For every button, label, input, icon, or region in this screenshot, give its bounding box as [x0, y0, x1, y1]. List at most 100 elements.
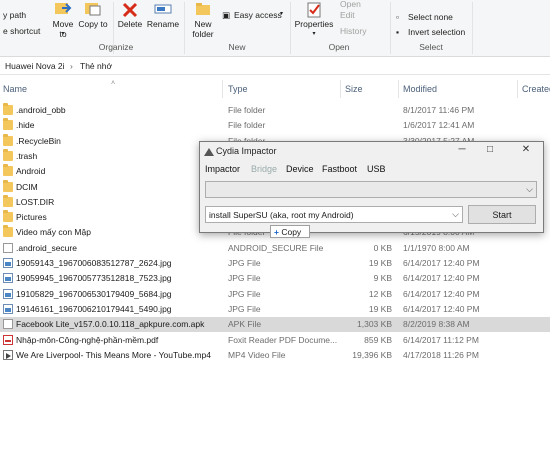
menu-impactor[interactable]: Impactor: [205, 164, 240, 174]
properties-button[interactable]: Properties ▾: [293, 2, 335, 40]
file-modified: 6/14/2017 12:40 PM: [403, 288, 480, 299]
file-row[interactable]: 19146161_1967006210179441_5490.jpg JPG Fi…: [0, 302, 550, 317]
copy-path-button[interactable]: y path: [3, 10, 26, 20]
group-label-new: New: [228, 42, 246, 52]
file-name: .hide: [16, 120, 35, 131]
file-type: APK File: [228, 319, 262, 330]
invert-selection-button[interactable]: Invert selection: [408, 27, 465, 37]
group-label-open: Open: [328, 42, 350, 52]
file-size: 859 KB: [364, 334, 392, 345]
file-modified: 6/14/2017 12:40 PM: [403, 258, 480, 268]
file-row[interactable]: .android_obb File folder 8/1/2017 11:46 PM: [0, 103, 550, 118]
file-name: Android: [16, 166, 46, 177]
address-bar[interactable]: Huawei Nova 2i › Thẻ nhớ: [0, 58, 550, 75]
group-separator: [290, 2, 291, 54]
file-modified: 1/6/2017 12:41 AM: [403, 120, 475, 131]
new-folder-icon: [196, 3, 210, 15]
file-row[interactable]: We Are Liverpool- This Means More - YouT…: [0, 348, 550, 363]
file-type: File folder: [228, 120, 266, 131]
file-name: .RecycleBin: [16, 135, 61, 146]
new-folder-label: New folder: [192, 19, 214, 39]
column-divider[interactable]: [340, 80, 341, 98]
delete-button[interactable]: Delete: [116, 2, 144, 40]
menu-fastboot[interactable]: Fastboot: [322, 164, 357, 174]
file-modified: 6/14/2017 12:40 PM: [403, 303, 480, 314]
file-type: JPG File: [228, 303, 261, 314]
file-type: JPG File: [228, 258, 261, 268]
properties-icon: [307, 2, 321, 18]
file-modified: 8/2/2019 8:38 AM: [403, 319, 470, 330]
image-icon: [3, 258, 13, 268]
file-name: 19146161_1967006210179441_5490.jpg: [16, 303, 172, 314]
file-size: 12 KB: [368, 288, 392, 299]
command-select[interactable]: install SuperSU (aka, root my Android) ⌵: [205, 206, 463, 223]
column-modified[interactable]: Modified: [403, 84, 437, 94]
delete-icon: [122, 2, 138, 18]
close-icon[interactable]: ✕: [516, 144, 536, 155]
file-type: JPG File: [228, 273, 261, 284]
folder-icon: [3, 103, 13, 115]
file-name: Nhập-môn-Công-nghệ-phần-mềm.pdf: [16, 334, 159, 345]
minimize-icon[interactable]: ─: [452, 144, 472, 155]
rename-icon: [154, 4, 172, 14]
file-modified: 6/14/2017 12:40 PM: [403, 273, 480, 284]
command-select-value: install SuperSU (aka, root my Android): [209, 210, 354, 220]
column-name[interactable]: Name: [3, 84, 27, 94]
rename-button[interactable]: Rename: [146, 2, 180, 40]
column-type[interactable]: Type: [228, 84, 248, 94]
device-select[interactable]: ⌵: [205, 181, 537, 198]
column-created[interactable]: Created: [522, 84, 550, 94]
file-row[interactable]: Nhập-môn-Công-nghệ-phần-mềm.pdf Foxit Rea…: [0, 333, 550, 348]
file-icon: [3, 242, 13, 253]
column-divider[interactable]: [517, 80, 518, 98]
file-type: JPG File: [228, 288, 261, 299]
file-modified: 8/1/2017 11:46 PM: [403, 105, 475, 115]
column-size[interactable]: Size: [345, 84, 363, 94]
file-row[interactable]: 19059143_1967006083512787_2624.jpg JPG Fi…: [0, 256, 550, 271]
folder-icon: [3, 225, 13, 238]
file-modified: 4/17/2018 11:26 PM: [403, 349, 479, 360]
file-name: 19105829_1967006530179409_5684.jpg: [16, 288, 172, 299]
group-separator: [472, 2, 473, 54]
group-separator: [390, 2, 391, 54]
menu-bridge[interactable]: Bridge: [251, 164, 277, 174]
copy-to-label: Copy to: [78, 19, 108, 29]
file-row[interactable]: Facebook Lite_v157.0.0.10.118_apkpure.co…: [0, 317, 550, 333]
image-icon: [3, 303, 13, 314]
folder-icon: [3, 133, 13, 146]
file-size: 1,303 KB: [357, 319, 392, 330]
copy-to-button[interactable]: Copy to: [78, 2, 108, 40]
easy-access-button[interactable]: ▣ Easy access ▾: [222, 10, 288, 22]
copy-to-icon: [85, 3, 101, 16]
app-icon: [204, 148, 214, 156]
file-row[interactable]: 19105829_1967006530179409_5684.jpg JPG Fi…: [0, 287, 550, 302]
move-to-button[interactable]: Move to ▾: [52, 2, 74, 40]
start-button[interactable]: Start: [468, 205, 536, 224]
file-name: Pictures: [16, 212, 47, 223]
file-name: 19059945_1967005773512818_7523.jpg: [16, 273, 172, 284]
new-folder-button[interactable]: New folder: [187, 2, 219, 40]
folder-icon: [3, 148, 13, 161]
chevron-down-icon: ⌵: [452, 209, 459, 220]
breadcrumb-current[interactable]: Thẻ nhớ: [80, 61, 112, 71]
plus-icon: +: [274, 227, 279, 237]
edit-button[interactable]: Edit: [340, 10, 355, 20]
column-divider[interactable]: [222, 80, 223, 98]
menu-device[interactable]: Device: [286, 164, 314, 174]
breadcrumb-root[interactable]: Huawei Nova 2i: [5, 61, 65, 71]
file-name: 19059143_1967006083512787_2624.jpg: [16, 258, 172, 268]
paste-shortcut-button[interactable]: e shortcut: [3, 26, 40, 36]
chevron-down-icon: ▾: [280, 11, 284, 17]
pdf-icon: [3, 334, 13, 345]
open-button[interactable]: Open: [340, 0, 361, 9]
history-button[interactable]: History: [340, 26, 366, 36]
select-none-icon: ▫: [396, 12, 400, 22]
file-name: .trash: [16, 150, 38, 161]
select-none-button[interactable]: Select none: [408, 12, 453, 22]
menu-usb[interactable]: USB: [367, 164, 386, 174]
file-row[interactable]: .android_secure ANDROID_SECURE File 0 KB 1/…: [0, 241, 550, 256]
file-row[interactable]: 19059945_1967005773512818_7523.jpg JPG Fi…: [0, 271, 550, 286]
column-divider[interactable]: [398, 80, 399, 98]
file-row[interactable]: .hide File folder 1/6/2017 12:41 AM: [0, 118, 550, 133]
maximize-icon[interactable]: □: [480, 144, 500, 155]
